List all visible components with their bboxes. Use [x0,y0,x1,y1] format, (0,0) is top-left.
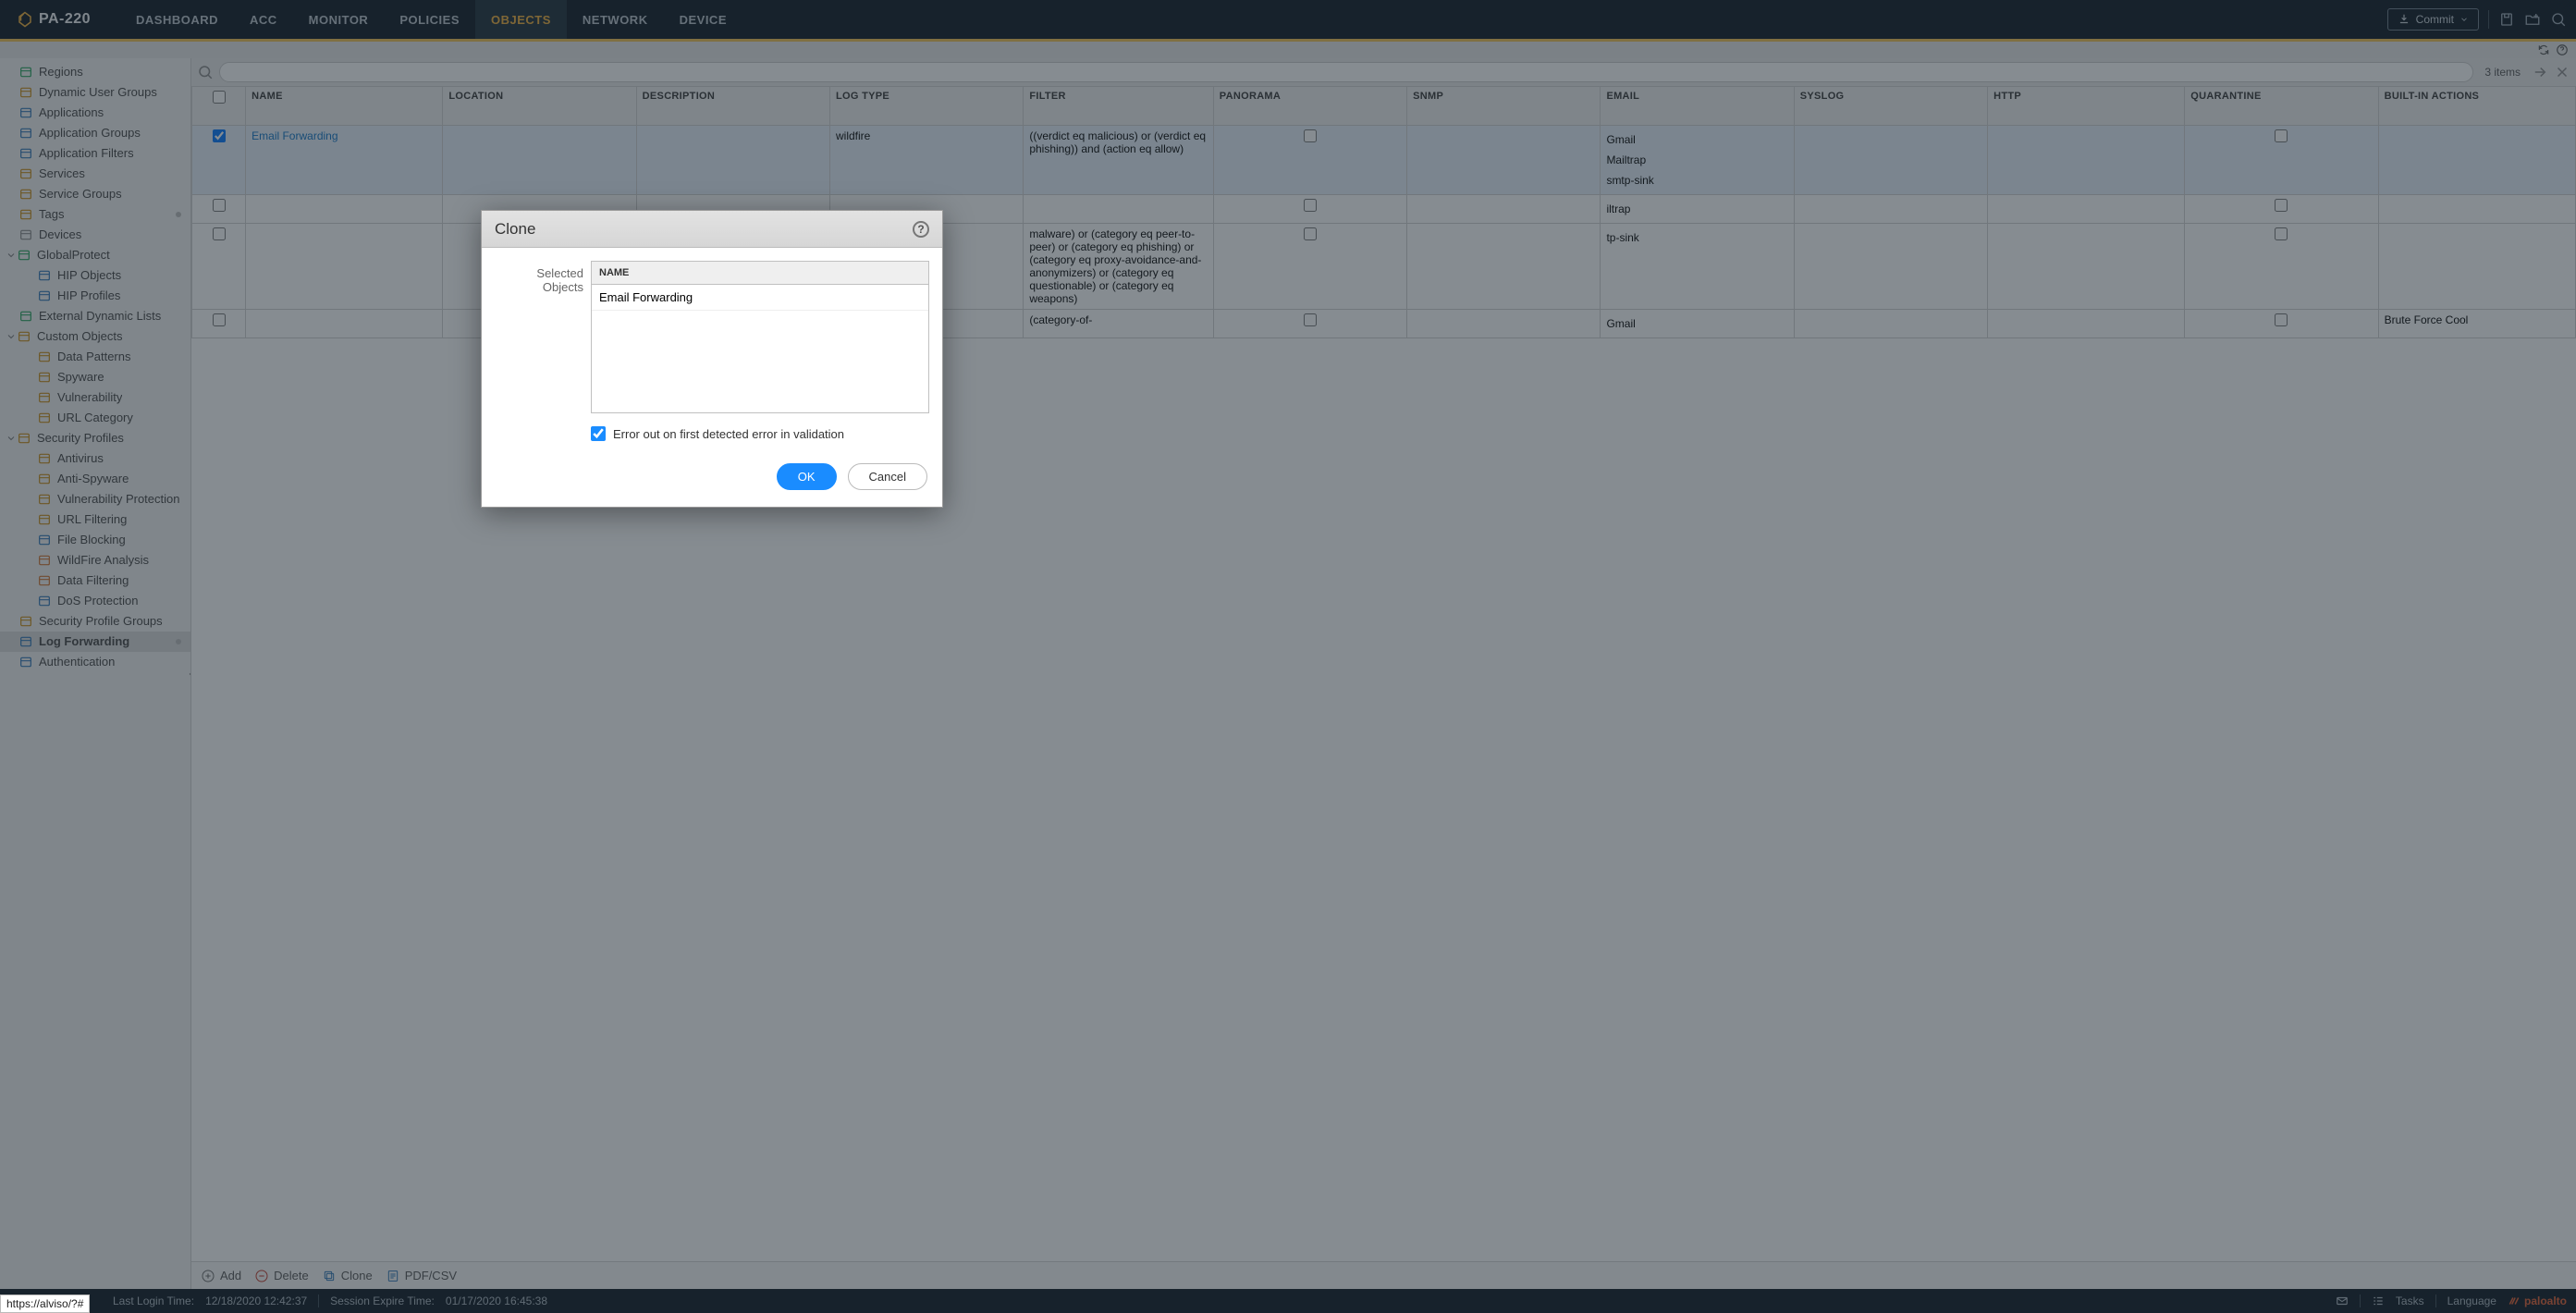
cancel-button[interactable]: Cancel [848,463,927,490]
selected-objects-empty-area [592,311,928,412]
dialog-footer: OK Cancel [482,452,942,507]
selected-objects-header: NAME [592,262,928,285]
dialog-help-icon[interactable]: ? [913,221,929,238]
error-out-checkbox-row[interactable]: Error out on first detected error in val… [591,413,844,447]
dialog-header[interactable]: Clone ? [482,211,942,248]
selected-objects-grid: NAME Email Forwarding [591,261,929,413]
error-out-checkbox[interactable] [591,426,606,441]
selected-objects-label: Selected Objects [495,261,583,413]
error-out-label: Error out on first detected error in val… [613,427,844,441]
dialog-title: Clone [495,220,535,239]
url-hint: https://alviso/?# [0,1295,90,1313]
modal-overlay[interactable] [0,0,2576,1313]
ok-button[interactable]: OK [777,463,837,490]
dialog-body: Selected Objects NAME Email Forwarding E… [482,248,942,452]
selected-object-row[interactable]: Email Forwarding [592,285,928,311]
clone-dialog: Clone ? Selected Objects NAME Email Forw… [481,210,943,508]
